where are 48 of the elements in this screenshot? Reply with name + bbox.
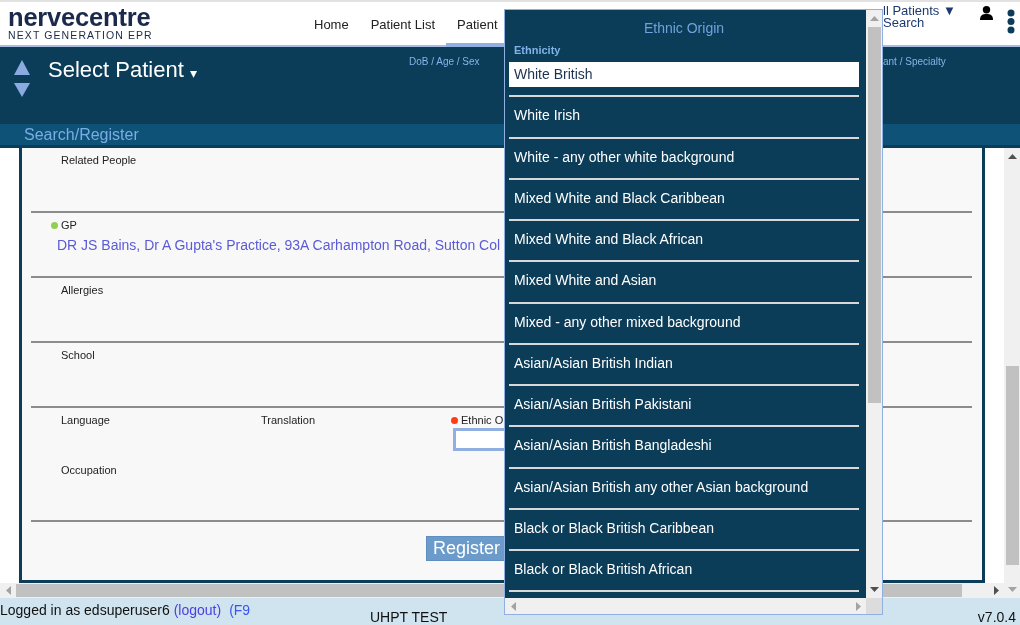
user-icon[interactable] [980, 6, 993, 20]
scrollbar-thumb[interactable] [867, 27, 881, 403]
title-caret[interactable]: ▾ [189, 57, 197, 86]
field-label: Related People [61, 154, 137, 167]
dropdown-field-label: Ethnicity [514, 45, 561, 56]
dropdown-option[interactable]: Mixed White and Black Caribbean [509, 185, 859, 211]
environment-name: UHPT TEST [370, 609, 449, 625]
scroll-right-arrow-icon[interactable] [993, 586, 999, 595]
logo-tagline: NEXT GENERATION EPR [8, 29, 153, 41]
lock-link[interactable]: (F9 [229, 602, 251, 618]
dropdown-title: Ethnic Origin [643, 20, 725, 36]
nav-tab[interactable]: Patient List [359, 2, 446, 47]
field-label: Allergies [61, 284, 104, 297]
version-label: v7.0.4 [977, 609, 1017, 625]
logo-wordmark: nervecentre [8, 5, 151, 29]
login-status: Logged in as edsuperuser6 [0, 602, 170, 618]
field-value: DR JS Bains, Dr A Gupta's Practice, 93A Carhampton Road, Sutton Col [57, 237, 501, 253]
scroll-down-arrow-icon[interactable] [869, 587, 879, 592]
dropdown-option[interactable]: Asian/Asian British Indian [509, 350, 859, 376]
search-link[interactable]: Search [883, 17, 925, 29]
field-label: School [61, 349, 95, 362]
more-menu-icon[interactable] [1007, 9, 1015, 34]
dropdown-option[interactable]: Asian/Asian British Pakistani [509, 392, 859, 417]
dropdown-option[interactable]: Mixed White and Black African [509, 227, 859, 252]
column-heading: DoB / Age / Sex [409, 56, 480, 68]
field-label: Translation [261, 414, 315, 427]
field-label: Occupation [61, 464, 117, 477]
dropdown-option[interactable]: White - any other white background [509, 144, 859, 170]
nav-tab[interactable]: Home [303, 2, 360, 47]
field-label: Language [61, 414, 110, 427]
patient-title[interactable]: Select Patient [48, 57, 184, 83]
scroll-up-arrow-icon[interactable] [1007, 154, 1017, 159]
dropdown-option[interactable]: Mixed - any other mixed background [509, 309, 859, 335]
dropdown-option[interactable]: Mixed White and Asian [509, 268, 859, 294]
dropdown-option[interactable]: White Irish [509, 103, 859, 129]
logout-link[interactable]: (logout) [173, 602, 222, 618]
section-title: Search/Register [24, 125, 139, 145]
down-triangle-icon[interactable] [14, 83, 30, 97]
up-triangle-icon[interactable] [14, 60, 30, 75]
field-label: Ethnic O [461, 414, 504, 427]
dropdown-option[interactable]: Asian/Asian British Bangladeshi [509, 433, 859, 459]
patient-list-menu[interactable]: ll Patients ▼ [883, 5, 956, 17]
scrollbar-corner [866, 598, 882, 614]
scrollbar-thumb[interactable] [1005, 366, 1019, 565]
dropdown-option[interactable]: Asian/Asian British any other Asian background [509, 474, 859, 500]
column-heading: ant / Specialty [883, 56, 946, 68]
field-label: GP [61, 219, 77, 232]
dropdown-option[interactable]: White British [509, 62, 859, 87]
